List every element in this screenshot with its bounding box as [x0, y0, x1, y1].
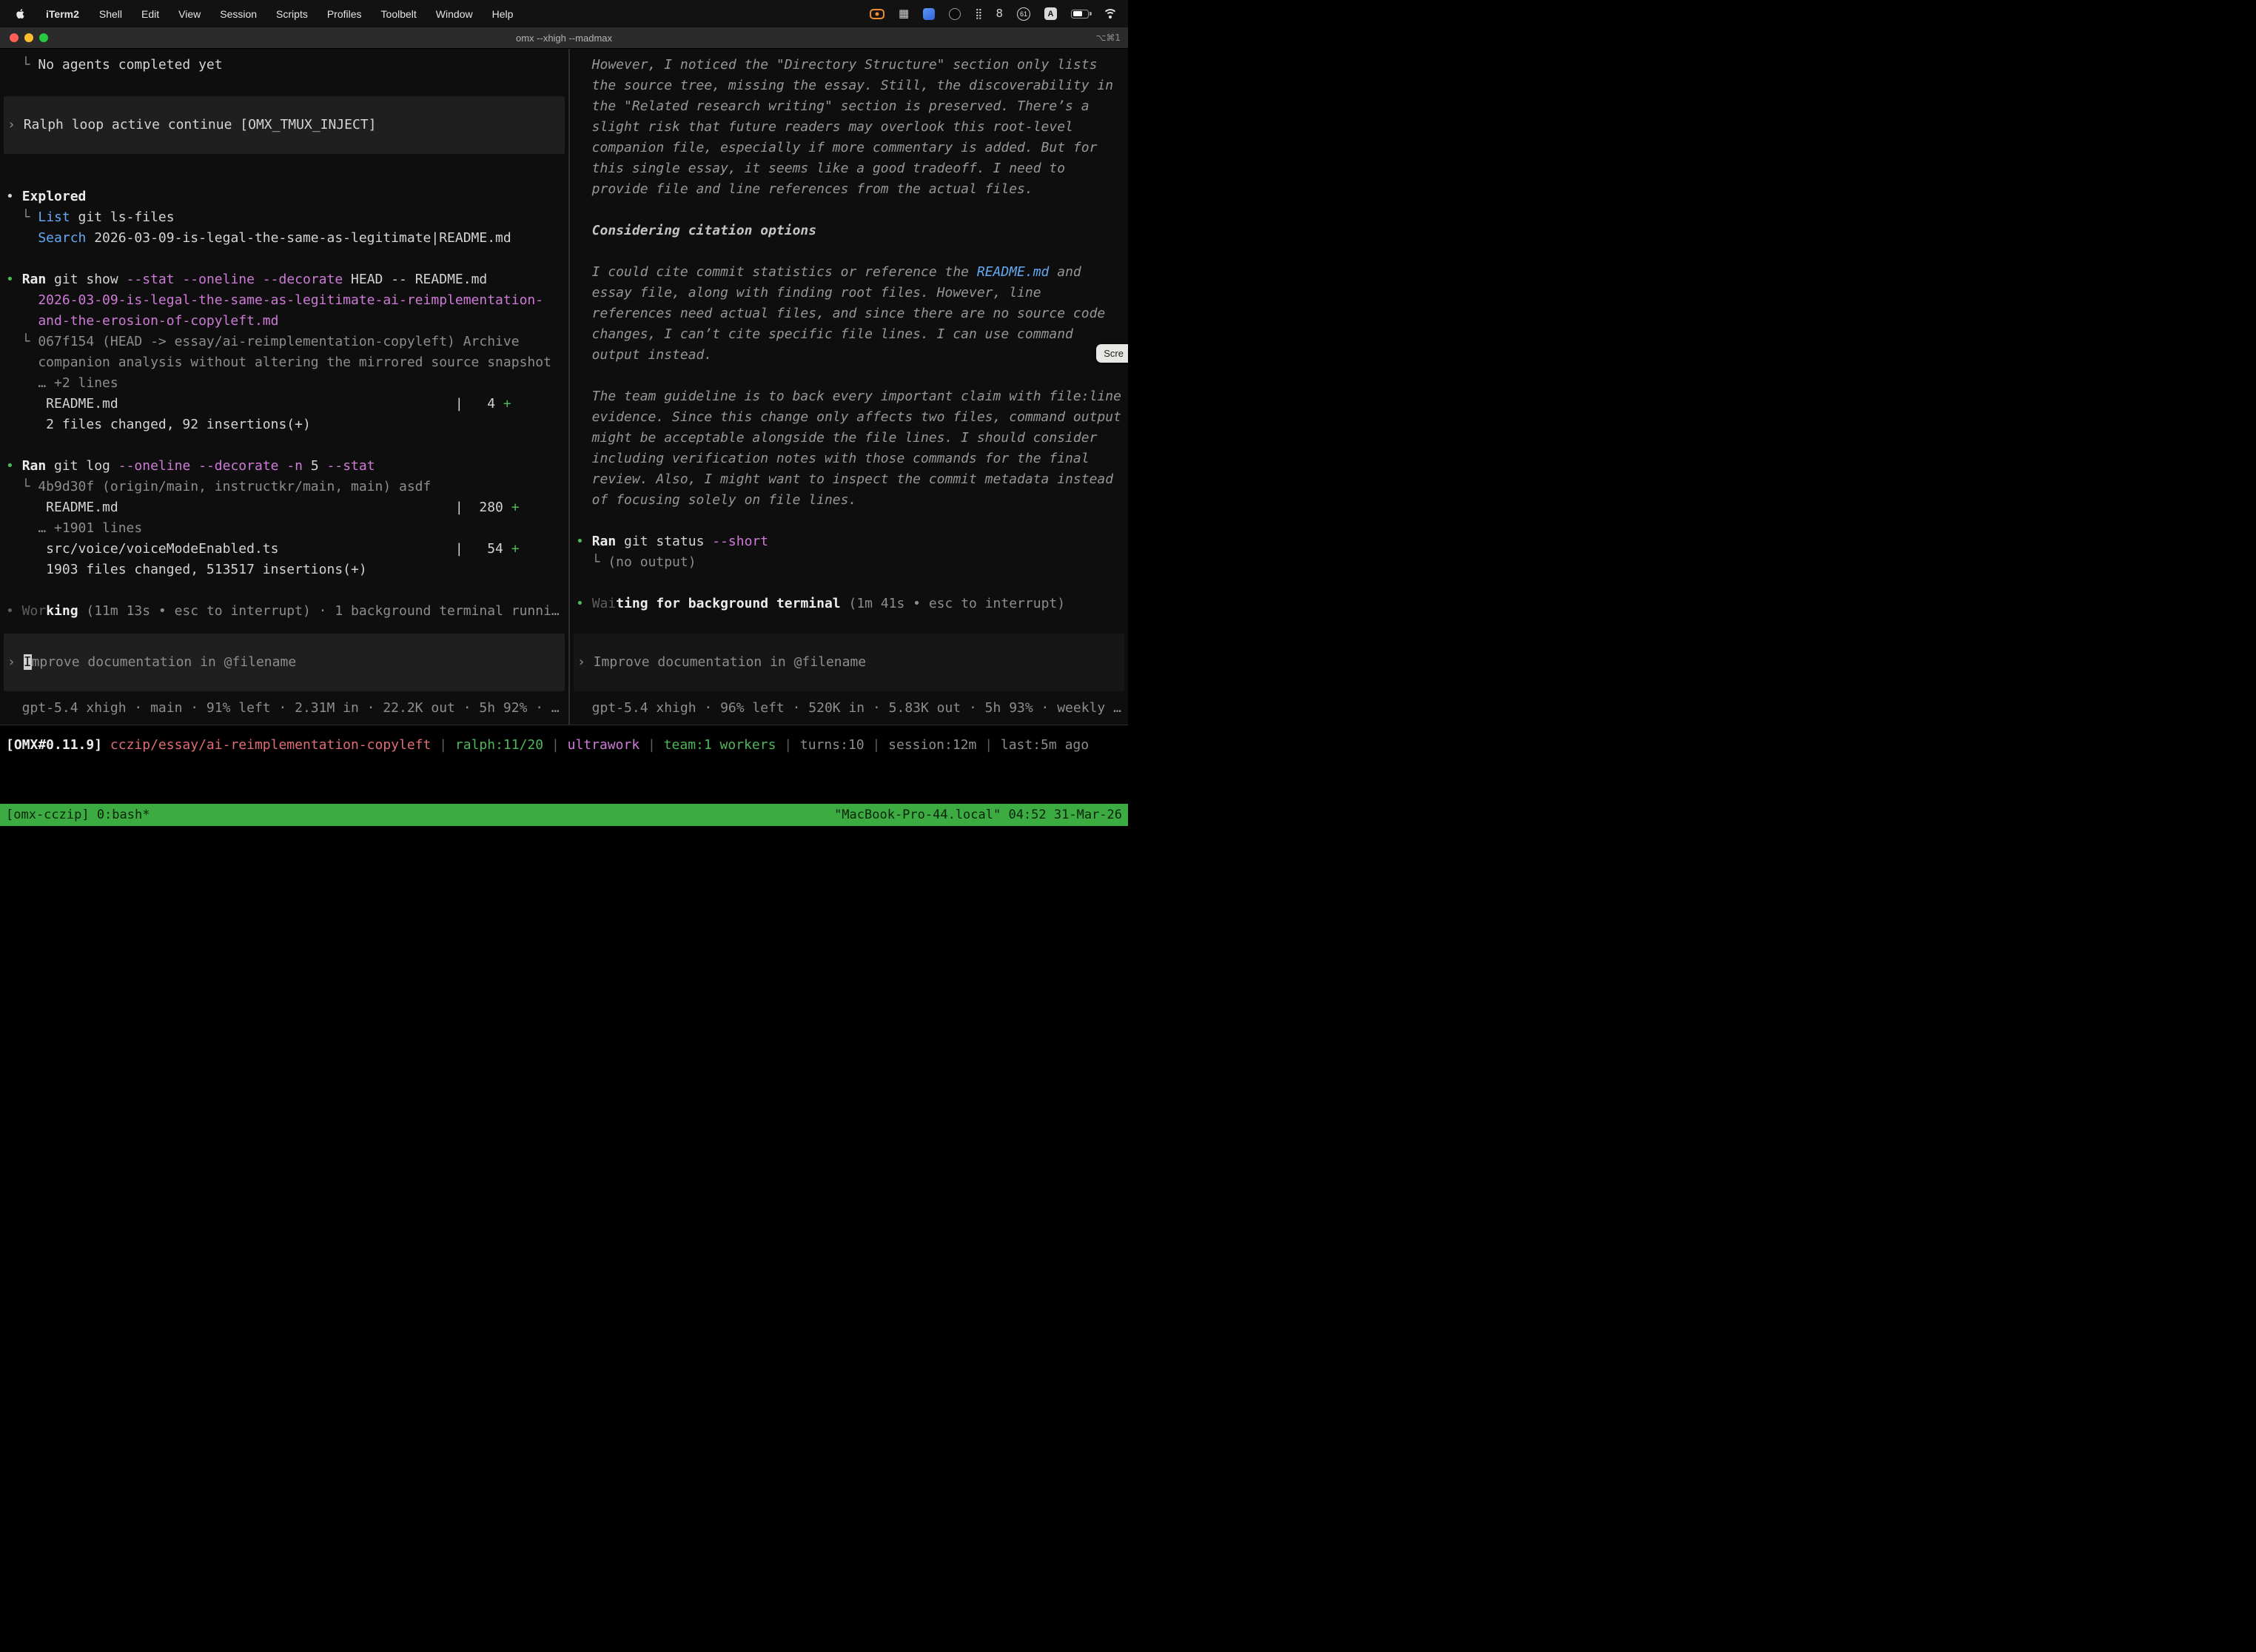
terminal-line: output instead.: [576, 345, 1122, 366]
terminal-line: … +1901 lines: [6, 518, 563, 539]
menubar-status-icons: ▦ ⣿ 8 61 A: [870, 7, 1118, 21]
terminal-line: [6, 75, 563, 96]
left-pane-output: └ No agents completed yet › Ralph loop ac…: [6, 55, 563, 622]
terminal-line: this single essay, it seems like a good …: [576, 158, 1122, 179]
terminal-line: [6, 166, 563, 187]
window-title-bar: omx --xhigh --madmax ⌥⌘1: [0, 27, 1128, 49]
terminal-line: … +2 lines: [6, 373, 563, 394]
terminal-line: [6, 249, 563, 269]
terminal-line: └ 4b9d30f (origin/main, instructkr/main,…: [6, 477, 563, 497]
terminal-line: companion analysis without altering the …: [6, 352, 563, 373]
terminal-line: [6, 580, 563, 601]
terminal-line: provide file and line references from th…: [576, 179, 1122, 200]
terminal-line: 2 files changed, 92 insertions(+): [6, 414, 563, 435]
terminal-line: and-the-erosion-of-copyleft.md: [6, 311, 563, 332]
terminal-line: might be acceptable alongside the file l…: [576, 428, 1122, 449]
app-grid-icon[interactable]: ▦: [899, 8, 909, 19]
menu-item-window[interactable]: Window: [436, 8, 473, 20]
terminal-line: slight risk that future readers may over…: [576, 117, 1122, 138]
terminal-line: └ List git ls-files: [6, 207, 563, 228]
terminal-line: 1903 files changed, 513517 insertions(+): [6, 560, 563, 580]
gauge-icon[interactable]: 61: [1017, 7, 1030, 21]
terminal-line: • Waiting for background terminal (1m 41…: [576, 594, 1122, 614]
screen-recording-icon[interactable]: [870, 9, 884, 19]
terminal-line: • Ran git log --oneline --decorate -n 5 …: [6, 456, 563, 477]
input-source-icon[interactable]: A: [1044, 7, 1057, 20]
right-pane-output: However, I noticed the "Directory Struct…: [576, 55, 1122, 614]
terminal-line: of focusing solely on file lines.: [576, 490, 1122, 511]
left-agent-pane[interactable]: └ No agents completed yet › Ralph loop ac…: [0, 49, 568, 725]
dots-grid-icon[interactable]: ⣿: [975, 9, 981, 19]
terminal-line: evidence. Since this change only affects…: [576, 407, 1122, 428]
right-pane-footer: › Improve documentation in @filename gpt…: [576, 634, 1122, 719]
terminal-line: [576, 511, 1122, 531]
menu-item-edit[interactable]: Edit: [141, 8, 159, 20]
terminal-line: └ (no output): [576, 552, 1122, 573]
left-pane-status-line: gpt-5.4 xhigh · main · 91% left · 2.31M …: [6, 698, 563, 719]
screen: iTerm2 Shell Edit View Session Scripts Profil…: [0, 0, 1128, 826]
right-pane-status-line: gpt-5.4 xhigh · 96% left · 520K in · 5.8…: [576, 698, 1122, 719]
menu-item-help[interactable]: Help: [492, 8, 514, 20]
terminal-line: • Ran git show --stat --oneline --decora…: [6, 269, 563, 290]
macos-menu-bar: iTerm2 Shell Edit View Session Scripts Profil…: [0, 0, 1128, 27]
terminal-line: src/voice/voiceModeEnabled.ts | 54 +: [6, 539, 563, 560]
tmux-session-label[interactable]: [omx-cczip] 0:bash*: [6, 807, 150, 822]
terminal-line: Considering citation options: [576, 221, 1122, 241]
terminal-line: review. Also, I might want to inspect th…: [576, 469, 1122, 490]
terminal-line: the "Related research writing" section i…: [576, 96, 1122, 117]
terminal-line: • Working (11m 13s • esc to interrupt) ·…: [6, 601, 563, 622]
terminal-line: README.md | 4 +: [6, 394, 563, 414]
menu-item-app-iterm2[interactable]: iTerm2: [46, 8, 79, 20]
empty-terminal-space: [0, 756, 1128, 804]
terminal-line: [576, 366, 1122, 386]
menu-item-profiles[interactable]: Profiles: [327, 8, 362, 20]
terminal-line: Search 2026-03-09-is-legal-the-same-as-l…: [6, 228, 563, 249]
tmux-status-bar: [omx-cczip] 0:bash* "MacBook-Pro-44.loca…: [0, 804, 1128, 826]
menu-item-session[interactable]: Session: [220, 8, 257, 20]
wifi-icon[interactable]: [1103, 8, 1118, 19]
terminal-line: 2026-03-09-is-legal-the-same-as-legitima…: [6, 290, 563, 311]
menu-item-scripts[interactable]: Scripts: [276, 8, 308, 20]
terminal-line: README.md | 280 +: [6, 497, 563, 518]
menu-items: Shell Edit View Session Scripts Profiles Toolb…: [99, 8, 514, 20]
tmux-host-clock-label: "MacBook-Pro-44.local" 04:52 31-Mar-26: [834, 807, 1122, 822]
terminal-line: • Explored: [6, 187, 563, 207]
terminal-line: └ No agents completed yet: [6, 55, 563, 75]
terminal-line: However, I noticed the "Directory Struct…: [576, 55, 1122, 75]
terminal-line: references need actual files, and since …: [576, 303, 1122, 324]
terminal-line: including verification notes with those …: [576, 449, 1122, 469]
terminal-notice-box: › Ralph loop active continue [OMX_TMUX_I…: [4, 96, 565, 154]
terminal-line: essay file, along with finding root file…: [576, 283, 1122, 303]
right-prompt-input[interactable]: › Improve documentation in @filename: [574, 634, 1124, 691]
terminal-line: [6, 435, 563, 456]
battery-icon[interactable]: [1071, 10, 1089, 19]
menu-item-view[interactable]: View: [178, 8, 201, 20]
figure-eight-icon[interactable]: 8: [996, 8, 1003, 19]
terminal-line: companion file, especially if more comme…: [576, 138, 1122, 158]
right-agent-pane[interactable]: However, I noticed the "Directory Struct…: [570, 49, 1128, 725]
terminal-line: The team guideline is to back every impo…: [576, 386, 1122, 407]
window-shortcut-badge: ⌥⌘1: [1096, 33, 1121, 43]
menu-item-toolbelt[interactable]: Toolbelt: [381, 8, 417, 20]
left-prompt-input[interactable]: › Improve documentation in @filename: [4, 634, 565, 691]
terminal-line: • Ran git status --short: [576, 531, 1122, 552]
terminal-area: └ No agents completed yet › Ralph loop ac…: [0, 49, 1128, 725]
terminal-line: I could cite commit statistics or refere…: [576, 262, 1122, 283]
left-pane-footer: › Improve documentation in @filename gpt…: [6, 634, 563, 719]
window-title: omx --xhigh --madmax: [0, 33, 1128, 44]
apple-logo-icon[interactable]: [15, 7, 26, 21]
menu-item-shell[interactable]: Shell: [99, 8, 122, 20]
dark-circle-app-icon[interactable]: [949, 8, 961, 20]
terminal-line: └ 067f154 (HEAD -> essay/ai-reimplementa…: [6, 332, 563, 352]
terminal-line: [576, 241, 1122, 262]
menu-bar-left: iTerm2 Shell Edit View Session Scripts Profil…: [15, 7, 513, 21]
terminal-line: [576, 573, 1122, 594]
blue-app-icon[interactable]: [923, 8, 935, 20]
screen-notification-badge[interactable]: Scre: [1096, 344, 1128, 363]
terminal-line: changes, I can’t cite specific file line…: [576, 324, 1122, 345]
terminal-line: [576, 200, 1122, 221]
terminal-line: the source tree, missing the essay. Stil…: [576, 75, 1122, 96]
omx-status-bar: [OMX#0.11.9] cczip/essay/ai-reimplementa…: [0, 725, 1128, 756]
